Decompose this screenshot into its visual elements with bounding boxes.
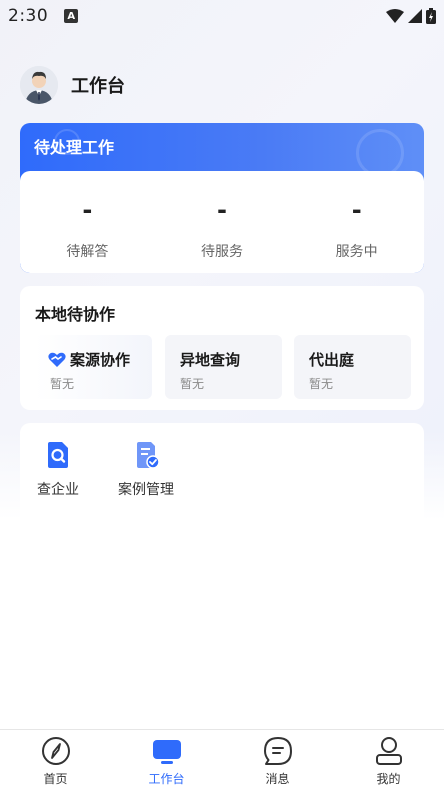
tool-label: 案例管理 (118, 482, 174, 498)
stat-label: 服务中 (335, 244, 378, 260)
notification-badge: A (64, 9, 79, 23)
collab-item-label: 异地查询 (180, 351, 241, 369)
avatar[interactable] (20, 66, 58, 104)
collab-item-remote-query[interactable]: 异地查询 暂无 (165, 335, 282, 399)
profile-icon (375, 737, 402, 765)
collab-item-label: 代出庭 (309, 351, 355, 369)
stat-value: - (217, 196, 227, 224)
status-icons (386, 8, 436, 24)
collab-item-status: 暂无 (50, 377, 75, 391)
nav-item-profile[interactable]: 我的 (333, 730, 444, 791)
tools-card: 查企业 案例管理 (20, 423, 424, 518)
collab-item-court-proxy[interactable]: 代出庭 暂无 (294, 335, 411, 399)
nav-item-messages[interactable]: 消息 (222, 730, 333, 791)
tool-company-lookup[interactable]: 查企业 (34, 441, 82, 499)
heart-handshake-icon (48, 352, 66, 367)
nav-label: 消息 (265, 772, 290, 786)
nav-item-workbench[interactable]: 工作台 (111, 730, 222, 791)
wifi-icon (386, 9, 404, 23)
tool-label: 查企业 (37, 482, 79, 498)
collab-item-status: 暂无 (309, 377, 334, 391)
nav-label: 工作台 (148, 772, 185, 786)
collab-item-status: 暂无 (180, 377, 205, 391)
battery-icon (426, 8, 436, 24)
monitor-icon (152, 740, 181, 764)
pending-work-card: 待处理工作 - 待解答 - 待服务 - 服务中 (20, 123, 424, 273)
collab-title: 本地待协作 (35, 305, 116, 324)
clock-decoration-icon (356, 129, 404, 177)
signal-icon (408, 9, 422, 23)
stat-label: 待服务 (201, 244, 243, 260)
collab-item-name: 案源协作 (48, 349, 130, 370)
chat-icon (263, 737, 292, 765)
status-bar: 2:30 A (0, 0, 444, 32)
collab-item-label: 案源协作 (70, 351, 131, 369)
search-document-icon (48, 442, 68, 468)
stat-label: 待解答 (66, 244, 109, 260)
page-header: 工作台 (20, 66, 125, 104)
bottom-nav: 首页 工作台 消息 我的 (0, 729, 444, 791)
page-title: 工作台 (71, 76, 125, 97)
stat-in-service[interactable]: - 服务中 (289, 171, 424, 273)
nav-label: 首页 (43, 772, 68, 786)
stat-awaiting-service[interactable]: - 待服务 (155, 171, 290, 273)
pending-stats: - 待解答 - 待服务 - 服务中 (20, 171, 424, 273)
tool-case-management[interactable]: 案例管理 (114, 441, 178, 499)
local-collab-card: 本地待协作 案源协作 暂无 异地查询 暂无 代出庭 暂无 (20, 286, 424, 410)
collab-item-case-source[interactable]: 案源协作 暂无 (35, 335, 152, 399)
pending-title: 待处理工作 (34, 138, 115, 157)
case-check-icon (137, 442, 160, 469)
stat-awaiting-answer[interactable]: - 待解答 (20, 171, 155, 273)
stat-value: - (82, 196, 93, 224)
status-time: 2:30 (8, 6, 49, 26)
compass-icon (41, 737, 70, 765)
user-avatar-icon (20, 66, 58, 104)
nav-label: 我的 (376, 772, 401, 786)
stat-value: - (351, 196, 362, 224)
nav-item-home[interactable]: 首页 (0, 730, 111, 791)
